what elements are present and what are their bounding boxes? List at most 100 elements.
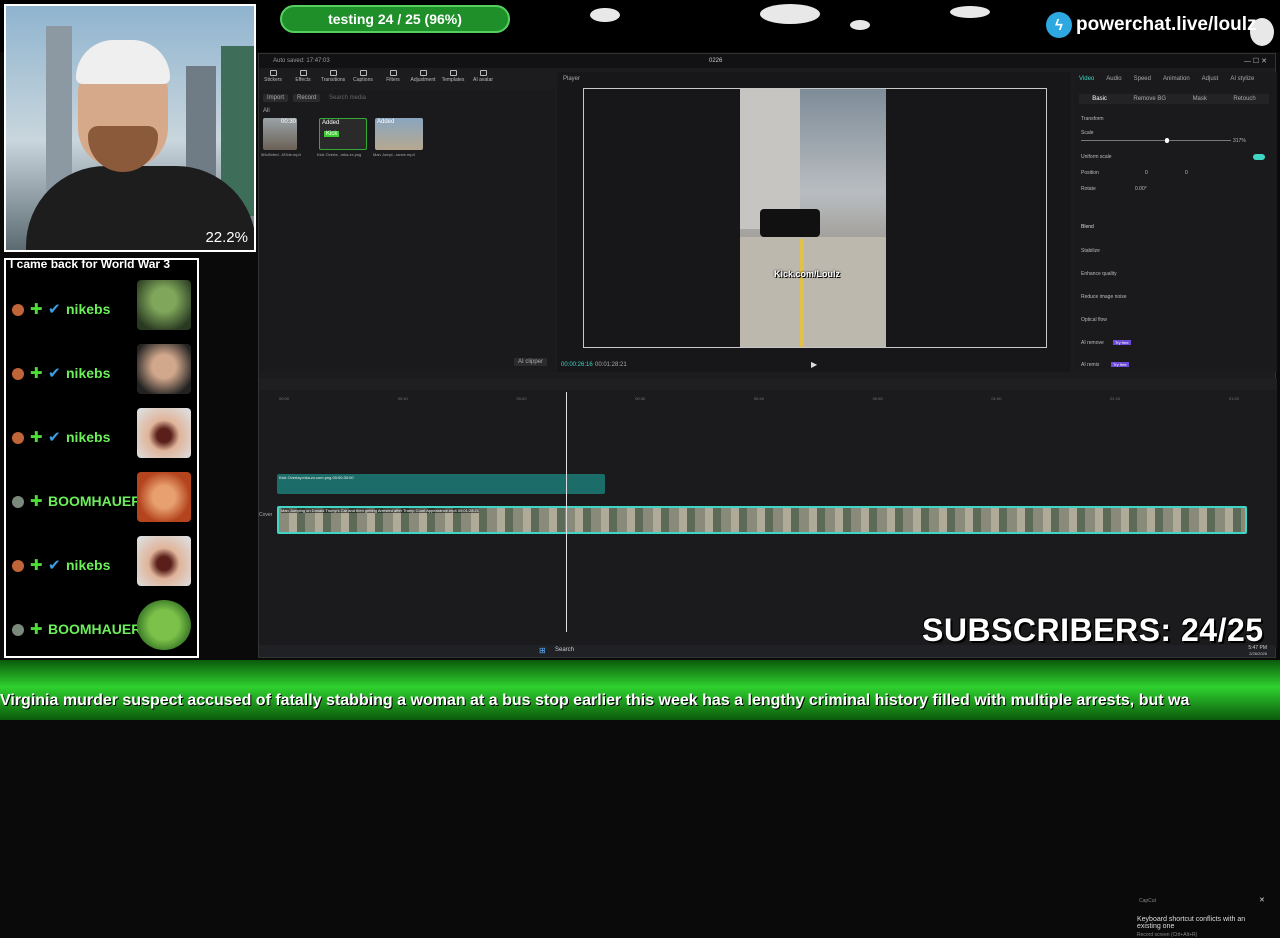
diamond-badge-icon: ✚: [30, 429, 43, 446]
prop-optical-flow[interactable]: Optical flow: [1081, 317, 1107, 323]
player-canvas[interactable]: Kick.com/Loulz: [583, 88, 1047, 348]
diamond-badge-icon: ✚: [30, 301, 43, 318]
prop-ai-remove[interactable]: AI remove: [1081, 340, 1104, 346]
brand-logo: ϟ powerchat.live/loulz: [1046, 12, 1257, 38]
current-time: 00:00:26:16: [561, 362, 593, 368]
streamer-emote-icon: [137, 344, 191, 394]
tool-ai-avatar[interactable]: AI avatar: [473, 70, 493, 83]
kick-overlay-label: Kick.com/Loulz: [774, 269, 841, 279]
window-controls[interactable]: — ☐ ✕: [1244, 57, 1267, 65]
chat-message: ✚ BOOMHAUER: [6, 472, 197, 532]
prop-uniform-scale: Uniform scale: [1081, 154, 1112, 160]
scale-slider-handle[interactable]: [1165, 138, 1169, 143]
timeline-ruler: 00:00 00:10 00:20 00:30 00:40 00:50 01:0…: [279, 396, 1239, 401]
import-button[interactable]: Import: [263, 94, 289, 102]
zombie-emote-icon: [137, 280, 191, 330]
chat-username: nikebs: [66, 365, 111, 381]
player-panel: Player Kick.com/Loulz 00:00:26:16 00:01:…: [557, 72, 1071, 372]
properties-panel: Video Audio Speed Animation Adjust AI st…: [1073, 72, 1277, 372]
position-y[interactable]: 0: [1185, 170, 1188, 176]
tab-ai-stylize[interactable]: AI stylize: [1230, 76, 1254, 82]
splash-decoration: [760, 4, 820, 24]
total-time: 00:01:28:21: [595, 362, 627, 368]
tool-adjustment[interactable]: Adjustment: [411, 70, 436, 83]
tool-stickers[interactable]: Stickers: [263, 70, 283, 83]
playhead[interactable]: [566, 392, 567, 632]
media-search-input[interactable]: Search media: [329, 95, 366, 101]
subtab-remove-bg[interactable]: Remove BG: [1133, 96, 1166, 102]
goal-text: testing 24 / 25 (96%): [328, 11, 462, 27]
check-badge-icon: ✔: [48, 429, 61, 446]
chat-message: ✚ ✔ nikebs: [6, 280, 197, 340]
try-free-badge: Try free: [1111, 362, 1129, 367]
tool-captions[interactable]: Captions: [353, 70, 373, 83]
webcam-feed: 22.2%: [4, 4, 256, 252]
sub-badge-icon: [12, 304, 24, 316]
ai-clipper-button[interactable]: AI clipper: [513, 358, 547, 366]
sub-badge-icon: [12, 496, 24, 508]
tool-templates[interactable]: Templates: [442, 70, 464, 83]
tool-effects[interactable]: Effects: [293, 70, 313, 83]
media-thumb[interactable]: Added Kick: [319, 118, 367, 150]
tool-filters[interactable]: Filters: [383, 70, 403, 83]
scale-value[interactable]: 317%: [1233, 138, 1246, 144]
main-video-clip[interactable]: Man Jumping on Donald Trump's Car and th…: [277, 506, 1247, 534]
prop-position: Position: [1081, 170, 1099, 176]
stadium-wall: [740, 89, 800, 229]
video-preview: Kick.com/Loulz: [740, 89, 886, 347]
taskbar-date: 2/26/2026: [1249, 651, 1267, 656]
prop-reduce-noise[interactable]: Reduce image noise: [1081, 294, 1127, 300]
prop-stabilize[interactable]: Stabilize: [1081, 248, 1100, 254]
splash-decoration: [850, 20, 870, 30]
tab-adjust[interactable]: Adjust: [1202, 76, 1219, 82]
diamond-badge-icon: ✚: [30, 493, 43, 510]
project-title: 0226: [709, 58, 723, 64]
subtab-mask[interactable]: Mask: [1193, 96, 1207, 102]
sub-badge-icon: [12, 368, 24, 380]
prop-ai-remix[interactable]: AI remix: [1081, 362, 1099, 368]
tab-audio[interactable]: Audio: [1106, 76, 1121, 82]
lightning-icon: ϟ: [1046, 12, 1072, 38]
windows-start-icon[interactable]: ⊞: [539, 646, 546, 655]
timeline-toolbar: [259, 378, 1277, 390]
uniform-scale-toggle[interactable]: [1253, 154, 1265, 160]
position-x[interactable]: 0: [1145, 170, 1148, 176]
timeline-panel: 00:00 00:10 00:20 00:30 00:40 00:50 01:0…: [259, 378, 1277, 938]
all-filter[interactable]: All: [263, 108, 270, 114]
scale-slider[interactable]: [1081, 138, 1231, 143]
overlay-clip[interactable]: Kick Overlay.mka.zx.com.png 00:00:30:00: [277, 474, 605, 494]
media-toolbar: Stickers Effects Transitions Captions Fi…: [263, 70, 493, 83]
cover-label[interactable]: Cover: [259, 512, 272, 518]
check-badge-icon: ✔: [48, 301, 61, 318]
play-icon[interactable]: ▶: [811, 360, 817, 369]
record-button[interactable]: Record: [293, 94, 321, 102]
prop-rotate: Rotate: [1081, 186, 1096, 192]
sub-badge-icon: [12, 560, 24, 572]
prop-transform: Transform: [1081, 116, 1104, 122]
subtab-basic[interactable]: Basic: [1092, 96, 1107, 102]
properties-tabs: Video Audio Speed Animation Adjust AI st…: [1079, 76, 1254, 82]
prop-blend[interactable]: Blend: [1081, 224, 1094, 230]
properties-subtabs: Basic Remove BG Mask Retouch: [1079, 94, 1269, 104]
chat-username: nikebs: [66, 429, 111, 445]
person-cap: [76, 40, 170, 84]
chat-username: BOOMHAUER: [48, 493, 142, 509]
prop-enhance-quality[interactable]: Enhance quality: [1081, 271, 1117, 277]
media-thumb[interactable]: 00:30: [263, 118, 297, 150]
tab-speed[interactable]: Speed: [1134, 76, 1151, 82]
taskbar-search[interactable]: Search: [555, 647, 574, 653]
toast-title: CapCut: [1139, 898, 1156, 904]
splash-decoration: [950, 6, 990, 18]
tool-transitions[interactable]: Transitions: [321, 70, 345, 83]
toast-body: Keyboard shortcut conflicts with an exis…: [1137, 916, 1246, 930]
chat-username: nikebs: [66, 301, 111, 317]
subtab-retouch[interactable]: Retouch: [1233, 96, 1255, 102]
close-icon[interactable]: ✕: [1259, 896, 1265, 904]
chat-message: ✚ BOOMHAUER: [6, 600, 197, 656]
media-name: Man Jumpi...rance.mp4: [373, 152, 415, 157]
tab-video[interactable]: Video: [1079, 76, 1094, 82]
tab-animation[interactable]: Animation: [1163, 76, 1190, 82]
rotate-value[interactable]: 0.00°: [1135, 186, 1147, 192]
chat-username: nikebs: [66, 557, 111, 573]
media-thumb[interactable]: Added: [375, 118, 423, 150]
